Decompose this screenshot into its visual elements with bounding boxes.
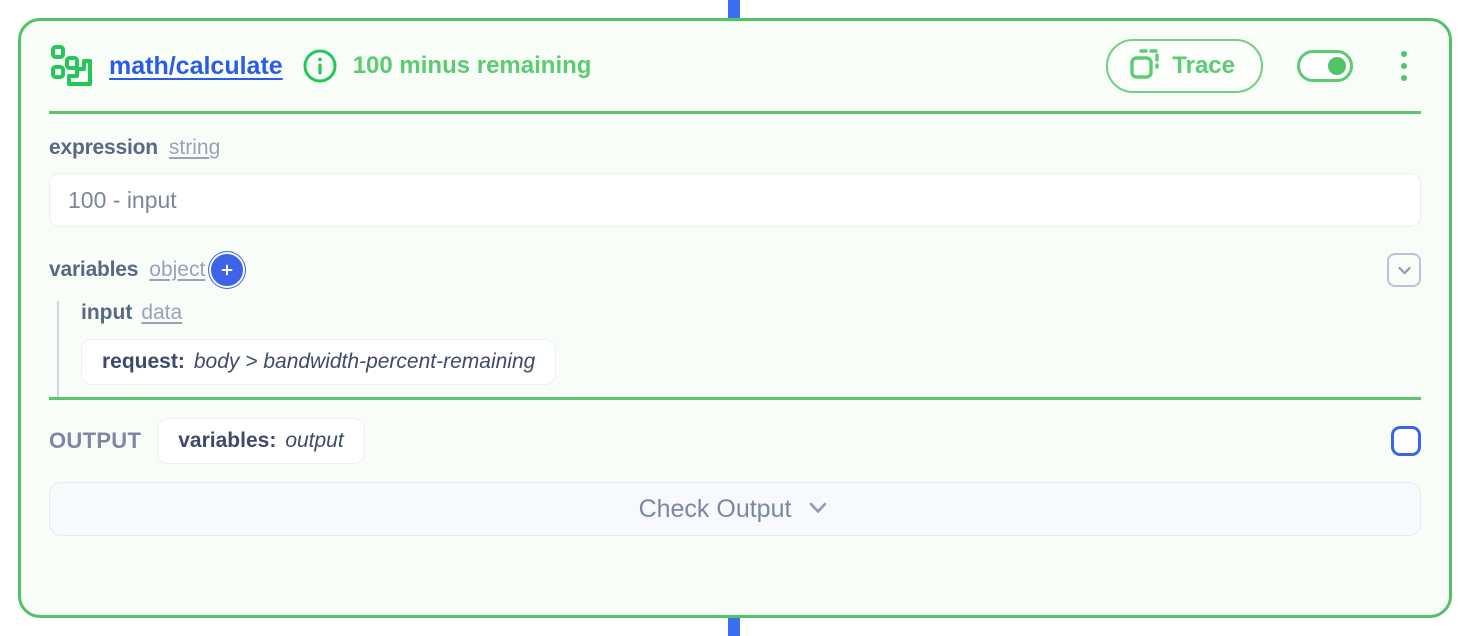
node-header: math/calculate 100 minus remaining Trace (21, 21, 1449, 111)
expression-input-value: 100 - input (68, 186, 177, 213)
variables-collapse-chevron-down-icon[interactable] (1387, 253, 1421, 287)
variables-field-name: variables (49, 258, 139, 281)
kebab-dot (1401, 75, 1407, 81)
output-chip-value: output (285, 429, 344, 452)
chevron-down-icon (805, 494, 831, 525)
node-enabled-toggle[interactable] (1297, 50, 1353, 82)
output-section: OUTPUT variables: output Check Output (21, 400, 1449, 536)
variables-children: input data request: body > bandwidth-per… (57, 301, 1421, 397)
workflow-blocks-icon (49, 43, 95, 89)
input-field-name: input (81, 301, 133, 324)
workflow-canvas: math/calculate 100 minus remaining Trace… (0, 0, 1474, 636)
expression-input[interactable]: 100 - input (49, 173, 1421, 227)
expression-field-type[interactable]: string (169, 136, 220, 160)
expression-field-label-row: expression string (49, 136, 1421, 160)
node-type-link[interactable]: math/calculate (109, 52, 283, 81)
kebab-dot (1401, 51, 1407, 57)
math-calculate-node-card[interactable]: math/calculate 100 minus remaining Trace… (18, 18, 1452, 618)
expression-field-name: expression (49, 136, 158, 159)
info-circle-icon[interactable] (303, 49, 337, 83)
variables-field-label-row: variables object (49, 253, 1421, 287)
plus-circle-icon[interactable] (211, 254, 244, 286)
output-checkbox[interactable] (1391, 426, 1421, 456)
input-chip-key: request: (102, 350, 185, 373)
check-output-button[interactable]: Check Output (49, 482, 1421, 536)
input-value-chip[interactable]: request: body > bandwidth-percent-remain… (81, 339, 557, 385)
trace-button-label: Trace (1172, 52, 1235, 79)
variables-field-type[interactable]: object (149, 258, 205, 282)
output-label: OUTPUT (49, 428, 142, 453)
output-value-chip[interactable]: variables: output (157, 418, 365, 464)
duplicate-dashed-icon (1128, 47, 1162, 86)
kebab-dot (1401, 63, 1407, 69)
check-output-button-label: Check Output (638, 494, 792, 523)
output-row: OUTPUT variables: output (49, 400, 1421, 482)
input-field-label-row: input data (81, 301, 1421, 325)
output-chip-key: variables: (178, 429, 277, 452)
node-subtitle: 100 minus remaining (352, 52, 592, 79)
trace-button[interactable]: Trace (1106, 39, 1263, 93)
input-field-type[interactable]: data (141, 301, 182, 325)
kebab-menu-icon[interactable] (1391, 49, 1417, 83)
node-body: expression string 100 - input variables … (21, 114, 1449, 397)
toggle-knob (1328, 57, 1346, 75)
input-chip-value: body > bandwidth-percent-remaining (193, 350, 536, 373)
